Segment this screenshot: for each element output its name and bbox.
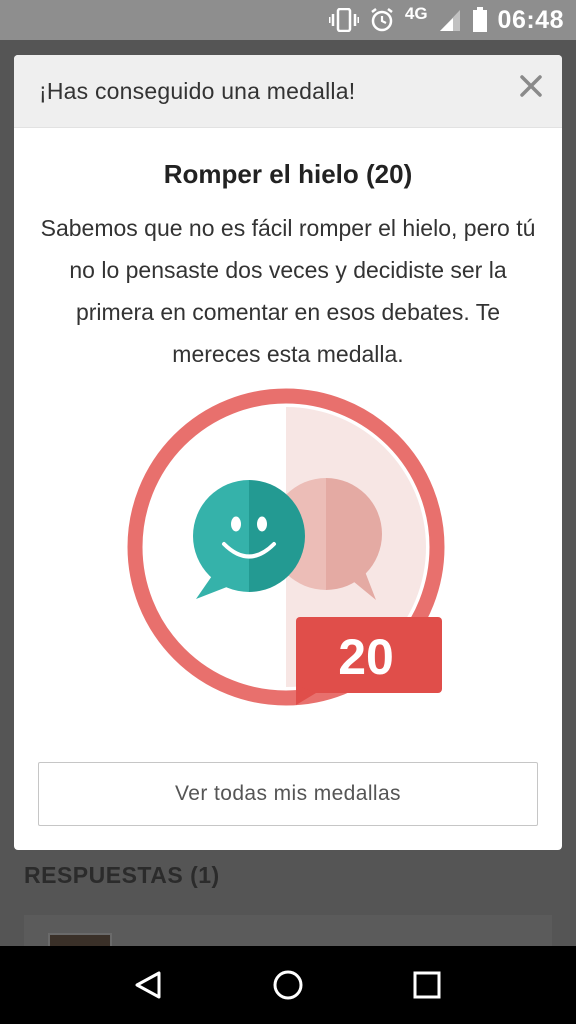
navigation-bar [0, 946, 576, 1024]
network-type: 4G [404, 4, 428, 23]
signal-icon [438, 8, 462, 32]
medal-modal: ¡Has conseguido una medalla! Romper el h… [14, 55, 562, 850]
back-button[interactable] [127, 963, 171, 1007]
modal-header: ¡Has conseguido una medalla! [14, 55, 562, 128]
battery-icon [472, 7, 488, 33]
answers-section-title: RESPUESTAS (1) [24, 862, 220, 888]
vibrate-icon [328, 8, 359, 32]
medal-name: Romper el hielo (20) [163, 159, 413, 189]
home-button[interactable] [266, 963, 310, 1007]
back-icon [135, 971, 161, 999]
status-bar: 4G 06:48 [0, 0, 576, 40]
medal-count: 20 [338, 629, 394, 685]
alarm-icon [369, 7, 395, 33]
medal-description: Sabemos que no es fácil romper el hielo,… [40, 215, 536, 367]
close-button[interactable] [516, 73, 546, 103]
chat-bubbles-medal-icon: 20 [127, 388, 445, 706]
medal-badge: 20 [126, 387, 446, 707]
recents-button[interactable] [405, 963, 449, 1007]
clock: 06:48 [497, 5, 564, 34]
view-all-medals-button[interactable]: Ver todas mis medallas [38, 762, 538, 826]
close-icon [519, 74, 543, 103]
home-icon [273, 970, 303, 1000]
modal-title: ¡Has conseguido una medalla! [39, 78, 356, 104]
recents-icon [413, 971, 441, 999]
